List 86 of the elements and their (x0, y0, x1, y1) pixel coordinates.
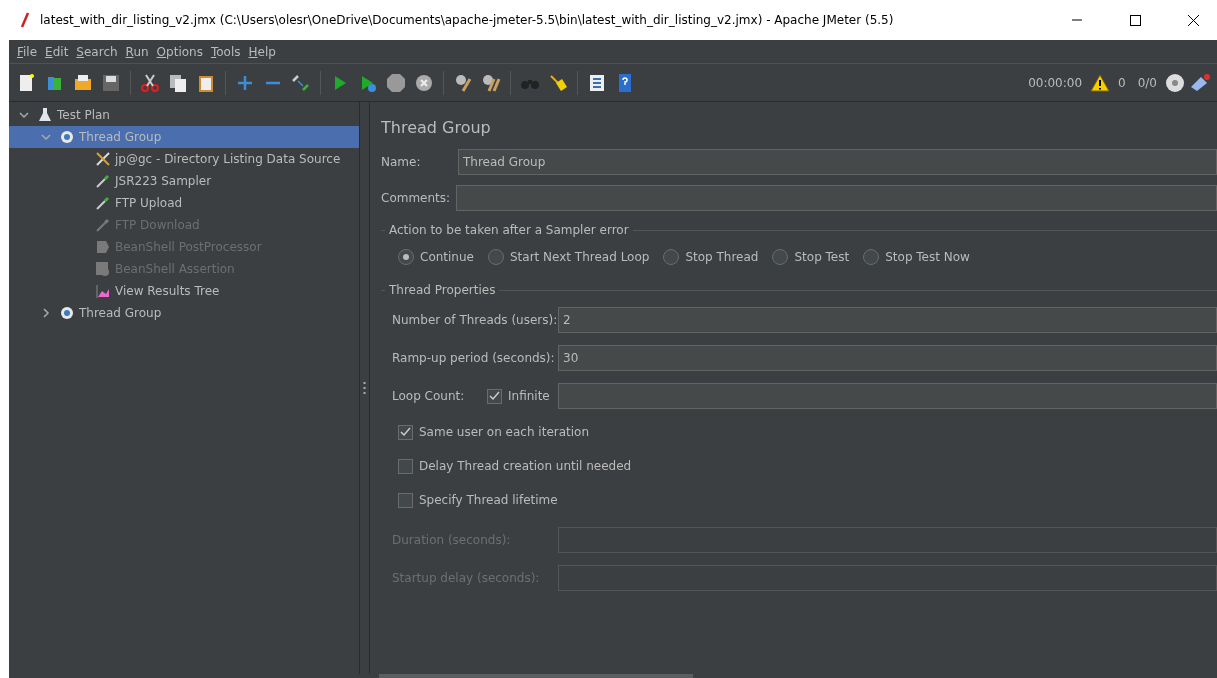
radio-button[interactable] (772, 249, 789, 265)
menu-item[interactable]: Edit (41, 44, 73, 59)
plus-icon (236, 74, 254, 91)
input-field[interactable]: 2 (558, 307, 1217, 333)
radio-button[interactable] (487, 249, 504, 265)
name-field[interactable]: Thread Group (458, 149, 1217, 175)
window-title: latest_with_dir_listing_v2.jmx (C:\Users\olesr\OneDrive\Documents\apache-jmeter-5.5\bin\latest_with_dir_listing_v2.jmx) - Apache JMeter (5.5) (40, 13, 895, 27)
binoculars-icon (521, 79, 539, 89)
tree-item[interactable]: Test Plan (9, 104, 359, 126)
close-icon (1187, 14, 1199, 26)
checkbox-option[interactable]: Specify Thread lifetime (398, 492, 558, 508)
scissors-icon (141, 73, 159, 92)
maximize-icon (1129, 14, 1141, 26)
checkbox-option[interactable]: Same user on each iteration (398, 424, 590, 440)
clipboard-icon (199, 75, 213, 92)
chevron-right-icon[interactable] (41, 308, 51, 318)
radio-option[interactable]: Start Next Thread Loop (487, 249, 650, 265)
radio-option[interactable]: Stop Test Now (863, 249, 970, 265)
checkbox-option[interactable]: Infinite (487, 388, 558, 404)
tree-item[interactable]: FTP Upload (9, 192, 359, 214)
check-icon (400, 427, 411, 437)
panel-title: Thread Group (381, 118, 492, 137)
checkbox-option[interactable]: Delay Thread creation until needed (398, 458, 632, 474)
menu-item[interactable]: Run (121, 44, 153, 59)
stop-icon (387, 73, 405, 92)
split-handle-icon[interactable] (363, 381, 366, 395)
menu-item[interactable]: File (13, 44, 42, 59)
warning-icon[interactable] (1090, 73, 1111, 92)
radio-button[interactable] (398, 249, 414, 265)
remote-icon[interactable] (1165, 72, 1185, 93)
broom-icon (550, 74, 567, 91)
name-label: Name: (381, 155, 422, 169)
loop-count-field[interactable] (558, 383, 1217, 409)
field-label: Ramp-up period (seconds): (392, 351, 556, 365)
menu-item[interactable]: Help (244, 44, 280, 59)
feather-icon (20, 12, 30, 28)
checkbox[interactable] (398, 424, 413, 440)
menu-item[interactable]: Search (72, 44, 122, 59)
copy-icon (170, 74, 186, 92)
minus-icon (266, 81, 280, 84)
group-legend: Action to be taken after a Sampler error (389, 223, 629, 237)
tools-icon (95, 151, 111, 167)
radio-option[interactable]: Continue (398, 249, 474, 265)
minimize-icon (1072, 19, 1082, 21)
new-file-icon (20, 73, 34, 91)
clear-all-icon (483, 74, 501, 92)
tree-item[interactable]: jp@gc - Directory Listing Data Source (9, 148, 359, 170)
plugins-icon[interactable] (1189, 72, 1211, 93)
thread-count: 0/0 (1137, 75, 1157, 90)
document-icon (95, 239, 111, 255)
radio-button[interactable] (663, 249, 680, 265)
pipette-icon (95, 217, 111, 233)
input-field[interactable]: 30 (558, 345, 1217, 371)
elapsed-time: 00:00:00 (1028, 75, 1083, 90)
help-book-icon (619, 73, 631, 92)
toggle-icon (292, 74, 309, 91)
loop-count-label: Loop Count: (392, 389, 466, 403)
checkbox[interactable] (398, 492, 413, 508)
field-label: Number of Threads (users): (392, 313, 558, 327)
pipette-icon (95, 195, 111, 211)
checkbox[interactable] (487, 388, 502, 404)
list-icon (590, 74, 604, 91)
group-legend: Thread Properties (389, 283, 496, 297)
shutdown-icon (416, 74, 432, 91)
flask-icon (37, 107, 53, 123)
books-icon (48, 76, 61, 90)
play-icon (335, 75, 346, 90)
radio-option[interactable]: Stop Test (772, 249, 850, 265)
comments-field[interactable] (456, 185, 1217, 211)
radio-option[interactable]: Stop Thread (663, 249, 759, 265)
checkbox[interactable] (398, 458, 413, 474)
radio-button[interactable] (863, 249, 880, 265)
comments-label: Comments: (381, 191, 452, 205)
tree-item[interactable]: Thread Group (9, 302, 359, 324)
clear-icon (456, 74, 472, 92)
folder-icon (75, 74, 91, 90)
pipette-icon (95, 173, 111, 189)
chevron-down-icon[interactable] (19, 110, 29, 120)
menu-item[interactable]: Tools (206, 44, 245, 59)
tree-item[interactable]: View Results Tree (9, 280, 359, 302)
play-no-timer-icon (362, 75, 376, 92)
chart-icon (95, 283, 111, 299)
tree-item[interactable]: JSR223 Sampler (9, 170, 359, 192)
menu-item[interactable]: Options (152, 44, 207, 59)
check-icon (489, 391, 500, 401)
warning-count: 0 (1118, 75, 1126, 90)
